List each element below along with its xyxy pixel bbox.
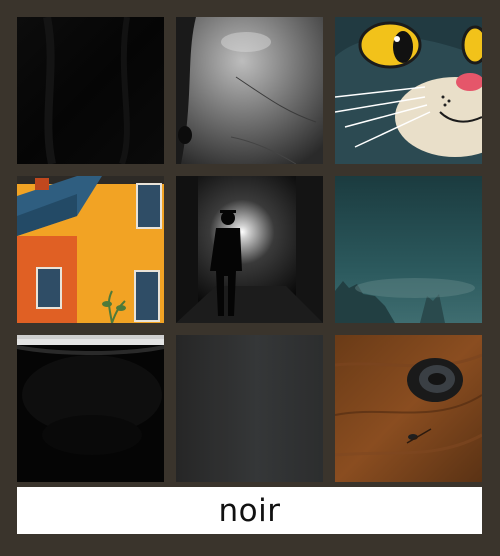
- cartoon-cat-image: [335, 17, 482, 164]
- tile-6[interactable]: [335, 176, 482, 323]
- tile-2[interactable]: [176, 17, 323, 164]
- image-grid: [17, 17, 482, 482]
- tile-1[interactable]: [17, 17, 164, 164]
- tile-3[interactable]: [335, 17, 482, 164]
- tile-8[interactable]: [176, 335, 323, 482]
- tile-7[interactable]: [17, 335, 164, 482]
- captcha-label: noir: [218, 492, 281, 529]
- noir-silhouette-alley-image: [176, 176, 323, 323]
- tile-9[interactable]: [335, 335, 482, 482]
- tile-5[interactable]: [176, 176, 323, 323]
- wood-surface-closeup-image: [335, 335, 482, 482]
- gray-gradient-image: [176, 335, 323, 482]
- grayscale-face-closeup-image: [176, 17, 323, 164]
- teal-misty-landscape-image: [335, 176, 482, 323]
- dark-bowl-image: [17, 335, 164, 482]
- captcha-label-bar: noir: [17, 487, 482, 534]
- tile-4[interactable]: [17, 176, 164, 323]
- orange-house-image: [17, 176, 164, 323]
- dark-fabric-image: [17, 17, 164, 164]
